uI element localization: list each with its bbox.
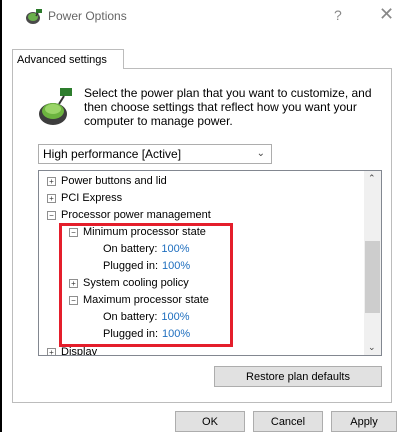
setting-value[interactable]: 100% xyxy=(161,243,189,255)
window-title: Power Options xyxy=(48,9,127,23)
tree-item-label: Minimum processor state xyxy=(83,226,206,238)
tree-item-pci-express[interactable]: + PCI Express xyxy=(47,190,122,206)
ok-button[interactable]: OK xyxy=(175,411,245,432)
tree-item-label: Power buttons and lid xyxy=(61,175,167,187)
chevron-down-icon: ⌄ xyxy=(256,148,265,159)
scroll-up-icon[interactable]: ⌃ xyxy=(368,173,376,184)
scrollbar-thumb[interactable] xyxy=(365,241,380,313)
setting-value[interactable]: 100% xyxy=(162,260,190,272)
setting-label: On battery: xyxy=(103,243,158,255)
collapse-icon[interactable]: − xyxy=(69,227,78,237)
tab-advanced-settings[interactable]: Advanced settings xyxy=(12,49,124,69)
tree-item-min-processor[interactable]: − Minimum processor state xyxy=(69,224,206,240)
restore-defaults-button[interactable]: Restore plan defaults xyxy=(214,366,382,387)
tree-item-label: PCI Express xyxy=(61,192,123,204)
title-bar: Power Options ? ✕ xyxy=(2,0,397,34)
tree-item-label: Display xyxy=(61,346,98,356)
expand-icon[interactable]: + xyxy=(47,347,56,355)
close-button[interactable]: ✕ xyxy=(379,4,394,25)
apply-button[interactable]: Apply xyxy=(331,411,397,432)
tree-item-label: Processor power management xyxy=(61,209,211,221)
tree-item-min-plugged-in[interactable]: Plugged in: 100% xyxy=(103,258,190,274)
tree-scrollbar[interactable]: ⌃ ⌄ xyxy=(364,171,381,355)
power-plan-value: High performance [Active] xyxy=(43,147,182,161)
tree-item-power-buttons[interactable]: + Power buttons and lid xyxy=(47,173,167,189)
scroll-down-icon[interactable]: ⌄ xyxy=(368,342,376,353)
tree-item-max-on-battery[interactable]: On battery: 100% xyxy=(103,309,190,325)
battery-plan-icon xyxy=(39,88,72,125)
expand-icon[interactable]: + xyxy=(47,193,56,203)
setting-value[interactable]: 100% xyxy=(162,328,190,340)
tree-item-display[interactable]: + Display xyxy=(47,344,98,356)
setting-label: On battery: xyxy=(103,311,158,323)
tree-item-cooling-policy[interactable]: + System cooling policy xyxy=(69,275,189,291)
power-plan-select[interactable]: High performance [Active] ⌄ xyxy=(38,144,272,164)
setting-label: Plugged in: xyxy=(103,260,159,272)
cancel-button[interactable]: Cancel xyxy=(253,411,323,432)
collapse-icon[interactable]: − xyxy=(47,210,56,220)
intro-text: Select the power plan that you want to c… xyxy=(84,86,372,128)
power-options-icon xyxy=(26,9,42,24)
tree-item-max-processor[interactable]: − Maximum processor state xyxy=(69,292,209,308)
tree-item-min-on-battery[interactable]: On battery: 100% xyxy=(103,241,190,257)
help-button[interactable]: ? xyxy=(334,7,342,23)
expand-icon[interactable]: + xyxy=(69,278,78,288)
tree-item-processor-power[interactable]: − Processor power management xyxy=(47,207,211,223)
tree-item-label: System cooling policy xyxy=(83,277,189,289)
tree-item-label: Maximum processor state xyxy=(83,294,209,306)
expand-icon[interactable]: + xyxy=(47,176,56,186)
setting-label: Plugged in: xyxy=(103,328,159,340)
collapse-icon[interactable]: − xyxy=(69,295,78,305)
setting-value[interactable]: 100% xyxy=(161,311,189,323)
tree-item-max-plugged-in[interactable]: Plugged in: 100% xyxy=(103,326,190,342)
settings-tree[interactable]: + Power buttons and lid + PCI Express − Pro… xyxy=(38,170,382,356)
